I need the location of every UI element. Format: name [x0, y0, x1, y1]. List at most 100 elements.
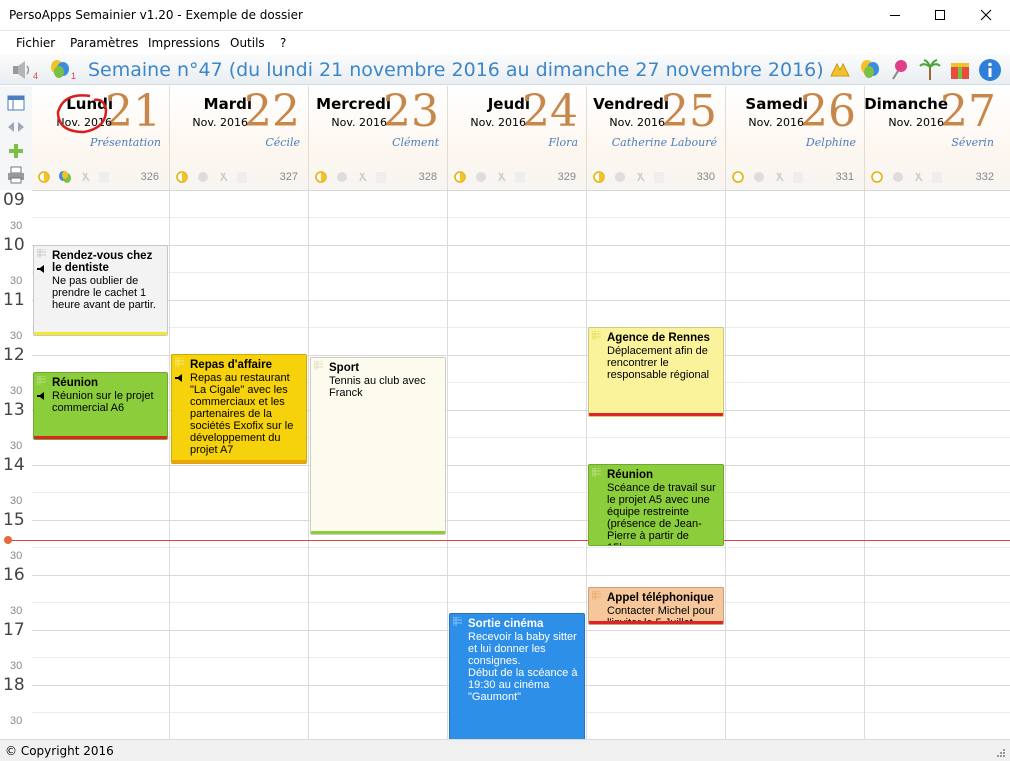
day-saint: Catherine Labouré — [611, 136, 717, 149]
event-grip-icon — [592, 331, 601, 340]
gift-icon[interactable] — [948, 58, 972, 82]
day-saint: Delphine — [805, 136, 856, 149]
event-title: Réunion — [607, 469, 653, 481]
day-header-wednesday[interactable]: Mercredi 23 Nov. 2016 Clément 328 — [309, 86, 448, 190]
event-body: Recevoir la baby sitter et lui donner le… — [468, 631, 578, 703]
day-separator — [586, 190, 587, 739]
day-number: 27 — [940, 86, 996, 137]
hour-label: 15 — [3, 510, 25, 530]
copyright-text: © Copyright 2016 — [5, 744, 114, 758]
day-number: 22 — [244, 86, 300, 137]
day-header-sunday[interactable]: Dimanche 27 Nov. 2016 Séverin 332 — [864, 86, 1010, 190]
sound-badge: 4 — [33, 71, 39, 81]
menu-impressions[interactable]: Impressions — [148, 36, 220, 50]
day-name: Samedi — [745, 95, 808, 113]
event-appel-telephonique[interactable]: Appel téléphonique Contacter Michel pour… — [588, 587, 724, 625]
event-sport[interactable]: Sport Tennis au club avec Franck — [310, 357, 446, 535]
balloons-icon[interactable] — [48, 58, 72, 82]
event-sortie-cinema[interactable]: Sortie cinéma Recevoir la baby sitter et… — [449, 613, 585, 739]
day-month: Nov. 2016 — [888, 116, 944, 129]
calendar-grid[interactable]: 09 30 10 30 11 30 12 30 13 30 14 30 15 3… — [0, 190, 1010, 739]
hour-label: 14 — [3, 455, 25, 475]
event-reunion-a5[interactable]: Réunion Scéance de travail sur le projet… — [588, 464, 724, 546]
day-header-tuesday[interactable]: Mardi 22 Nov. 2016 Cécile 327 — [170, 86, 309, 190]
event-agence-rennes[interactable]: Agence de Rennes Déplacement afin de ren… — [588, 327, 724, 417]
hour-label: 16 — [3, 565, 25, 585]
day-saint: Flora — [548, 136, 578, 149]
day-of-year: 332 — [975, 171, 994, 183]
resize-grip-icon[interactable] — [996, 748, 1006, 758]
pin-icon[interactable] — [888, 58, 912, 82]
close-button[interactable] — [963, 0, 1009, 30]
event-color-bar — [589, 621, 723, 624]
balloon-badge: 1 — [71, 71, 77, 81]
day-indicator-icons — [176, 171, 247, 183]
event-grip-icon — [37, 249, 46, 258]
balloons-icon[interactable] — [858, 58, 882, 82]
event-body: Repas au restaurant "La Cigale" avec les… — [190, 372, 294, 456]
event-body: Scéance de travail sur le projet A5 avec… — [607, 482, 716, 545]
half-hour-label: 30 — [10, 440, 23, 452]
title-bar: PersoApps Semainier v1.20 - Exemple de d… — [0, 0, 1010, 31]
current-time-line — [8, 540, 1010, 541]
event-repas-affaire[interactable]: Repas d'affaire Repas au restaurant "La … — [171, 354, 307, 464]
menu-parametres[interactable]: Paramètres — [70, 36, 138, 50]
half-hour-label: 30 — [10, 550, 23, 562]
day-header-friday[interactable]: Vendredi 25 Nov. 2016 Catherine Labouré … — [587, 86, 726, 190]
day-saint: Présentation — [89, 136, 161, 149]
speaker-icon[interactable] — [10, 58, 34, 82]
day-name: Dimanche — [864, 95, 948, 113]
event-grip-icon — [175, 358, 184, 367]
event-color-bar — [589, 413, 723, 416]
alarm-icon — [175, 374, 182, 382]
add-icon[interactable] — [7, 142, 25, 160]
menu-help[interactable]: ? — [280, 36, 286, 50]
hour-label: 13 — [3, 400, 25, 420]
event-dentiste[interactable]: Rendez-vous chez le dentiste Ne pas oubl… — [33, 245, 168, 336]
event-grip-icon — [37, 376, 46, 385]
day-number: 23 — [383, 86, 439, 137]
event-body: Ne pas oublier de prendre le cachet 1 he… — [52, 275, 156, 311]
close-icon — [980, 9, 992, 21]
menu-fichier[interactable]: Fichier — [16, 36, 55, 50]
day-saint: Séverin — [951, 136, 994, 149]
day-of-year: 330 — [696, 171, 715, 183]
print-icon[interactable] — [7, 166, 25, 184]
half-hour-label: 30 — [10, 220, 23, 232]
day-of-year: 331 — [835, 171, 854, 183]
hour-label: 10 — [3, 235, 25, 255]
day-separator — [725, 190, 726, 739]
day-month: Nov. 2016 — [609, 116, 665, 129]
day-header-saturday[interactable]: Samedi 26 Nov. 2016 Delphine 331 — [726, 86, 865, 190]
moon-icon[interactable] — [828, 58, 852, 82]
maximize-icon — [935, 10, 945, 20]
event-grip-icon — [453, 617, 462, 626]
day-indicator-icons — [593, 171, 664, 183]
half-hour-label: 30 — [10, 605, 23, 617]
minimize-button[interactable] — [872, 0, 918, 30]
day-number: 25 — [661, 86, 717, 137]
previous-next-icon[interactable] — [7, 118, 25, 136]
day-header-monday[interactable]: Lundi 21 Nov. 2016 Présentation 326 — [32, 86, 170, 190]
menu-bar: Fichier Paramètres Impressions Outils ? — [0, 31, 1010, 55]
minimize-icon — [890, 15, 900, 16]
menu-outils[interactable]: Outils — [230, 36, 265, 50]
day-of-year: 329 — [557, 171, 576, 183]
week-title: Semaine n°47 (du lundi 21 novembre 2016 … — [88, 59, 824, 81]
day-separator — [864, 190, 865, 739]
today-circle-mark — [56, 94, 108, 134]
hour-label: 12 — [3, 345, 25, 365]
day-name: Mercredi — [316, 95, 391, 113]
event-color-bar — [311, 531, 445, 534]
event-reunion-a6[interactable]: Réunion Réunion sur le projet commercial… — [33, 372, 168, 440]
day-header-thursday[interactable]: Jeudi 24 Nov. 2016 Flora 329 — [448, 86, 587, 190]
maximize-button[interactable] — [917, 0, 963, 30]
event-grip-icon — [314, 361, 323, 370]
info-icon[interactable] — [978, 58, 1002, 82]
day-number: 24 — [522, 86, 578, 137]
calendar-view-icon[interactable] — [7, 94, 25, 112]
day-indicator-icons — [871, 171, 942, 183]
half-hour-label: 30 — [10, 385, 23, 397]
palm-tree-icon[interactable] — [918, 58, 942, 82]
half-hour-label: 30 — [10, 715, 23, 727]
